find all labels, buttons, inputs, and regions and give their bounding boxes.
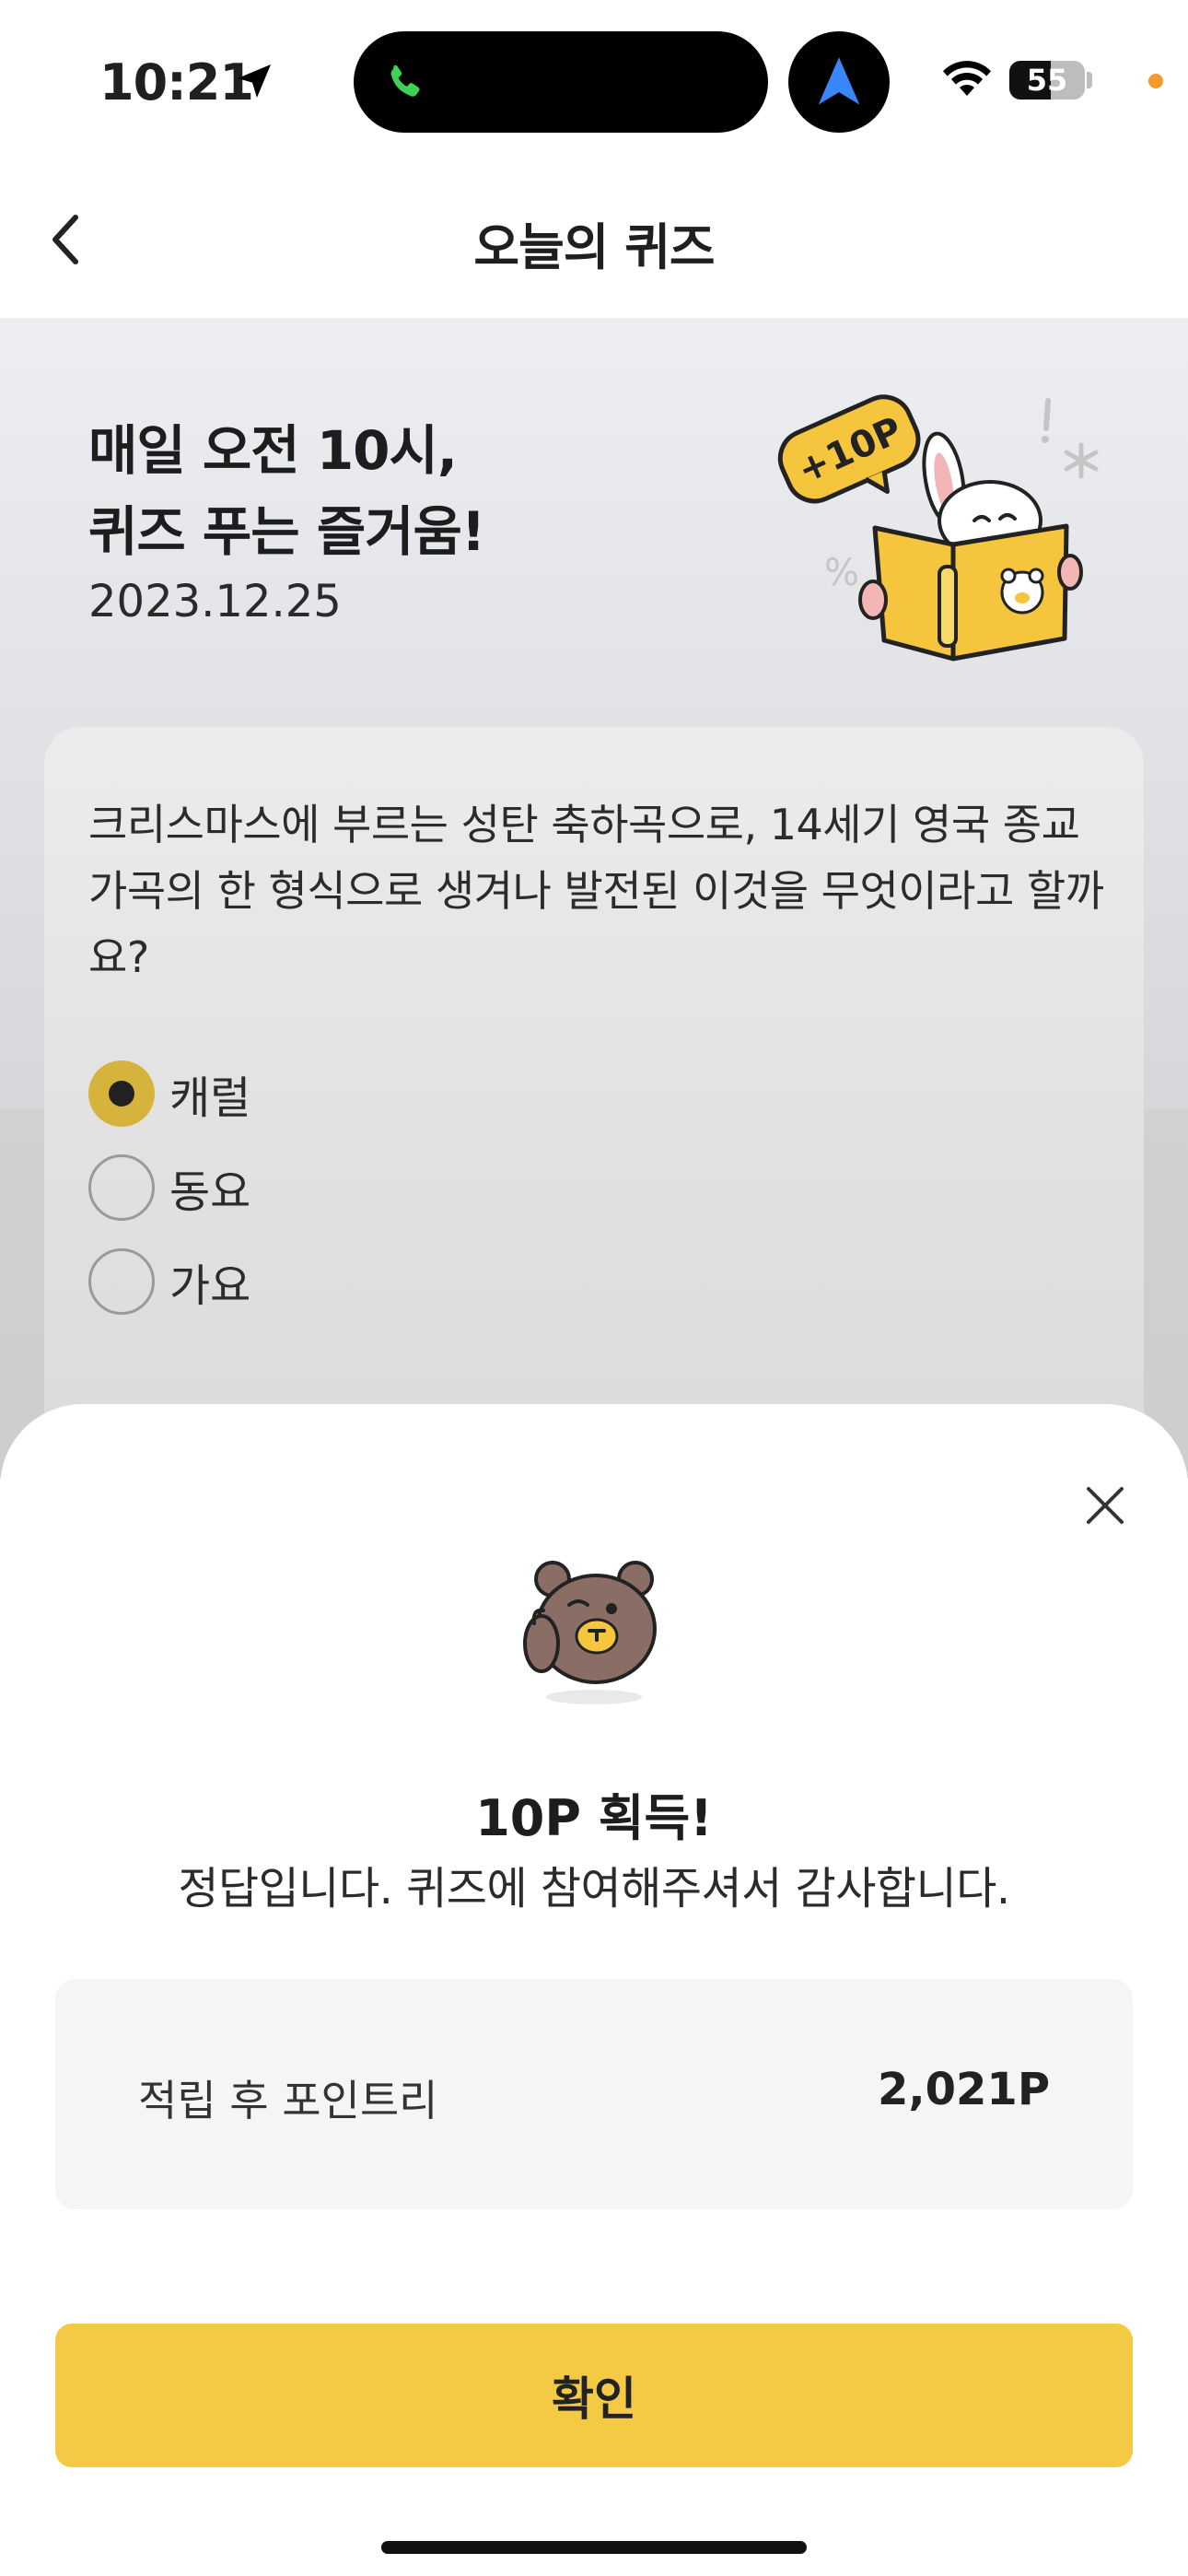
radio-selected-icon[interactable] bbox=[88, 1060, 155, 1127]
close-button[interactable] bbox=[1077, 1478, 1133, 1533]
navigation-indicator[interactable] bbox=[788, 31, 890, 133]
hero-title-line1: 매일 오전 10시, bbox=[88, 419, 458, 482]
close-icon bbox=[1087, 1487, 1124, 1524]
page-title: 오늘의 퀴즈 bbox=[473, 218, 715, 276]
option-label: 캐럴 bbox=[169, 1072, 251, 1124]
quiz-date: 2023.12.25 bbox=[88, 576, 342, 627]
battery-cap bbox=[1087, 72, 1092, 88]
result-title: 10P 획득! bbox=[475, 1789, 713, 1847]
quiz-option-2[interactable]: 동요 bbox=[88, 1151, 250, 1224]
privacy-indicator-dot bbox=[1148, 74, 1163, 88]
location-arrow-icon bbox=[238, 64, 271, 98]
phone-call-icon bbox=[390, 64, 420, 97]
navigation-icon bbox=[818, 57, 860, 105]
points-summary-box: 적립 후 포인트리 2,021P bbox=[55, 1979, 1133, 2209]
hero-title-line2: 퀴즈 푸는 즐거움! bbox=[88, 500, 485, 563]
bear-thumbs-up-icon bbox=[523, 1561, 657, 1704]
quiz-option-3[interactable]: 가요 bbox=[88, 1245, 250, 1318]
wifi-icon bbox=[943, 61, 991, 96]
battery-level: 55 bbox=[1026, 63, 1068, 98]
hero-title: 매일 오전 10시, 퀴즈 푸는 즐거움! bbox=[88, 410, 485, 572]
quiz-section: 매일 오전 10시, 퀴즈 푸는 즐거움! 2023.12.25 % +10P … bbox=[0, 318, 1188, 1556]
option-label: 동요 bbox=[169, 1166, 251, 1218]
status-time: 10:21 bbox=[99, 53, 254, 111]
confirm-button[interactable]: 확인 bbox=[55, 2324, 1133, 2467]
header: 오늘의 퀴즈 bbox=[0, 157, 1188, 318]
result-bottom-sheet: 10P 획득! 정답입니다. 퀴즈에 참여해주셔서 감사합니다. 적립 후 포인… bbox=[0, 1404, 1188, 2576]
quiz-question: 크리스마스에 부르는 성탄 축하곡으로, 14세기 영국 종교 가곡의 한 형식… bbox=[88, 800, 1104, 982]
rabbit-reading-book-illustration: % +10P bbox=[777, 394, 1099, 662]
home-indicator[interactable] bbox=[381, 2541, 807, 2554]
option-label: 가요 bbox=[169, 1260, 251, 1312]
points-label: 적립 후 포인트리 bbox=[138, 2076, 438, 2125]
svg-text:%: % bbox=[824, 552, 859, 594]
status-bar: 10:21 55 bbox=[0, 0, 1188, 157]
radio-icon[interactable] bbox=[88, 1154, 155, 1221]
radio-icon[interactable] bbox=[88, 1248, 155, 1315]
points-value: 2,021P bbox=[877, 2064, 1050, 2115]
battery-icon: 55 bbox=[1009, 61, 1085, 100]
dynamic-island[interactable] bbox=[354, 31, 768, 133]
result-message: 정답입니다. 퀴즈에 참여해주셔서 감사합니다. bbox=[178, 1863, 1010, 1914]
quiz-option-1[interactable]: 캐럴 bbox=[88, 1057, 250, 1130]
